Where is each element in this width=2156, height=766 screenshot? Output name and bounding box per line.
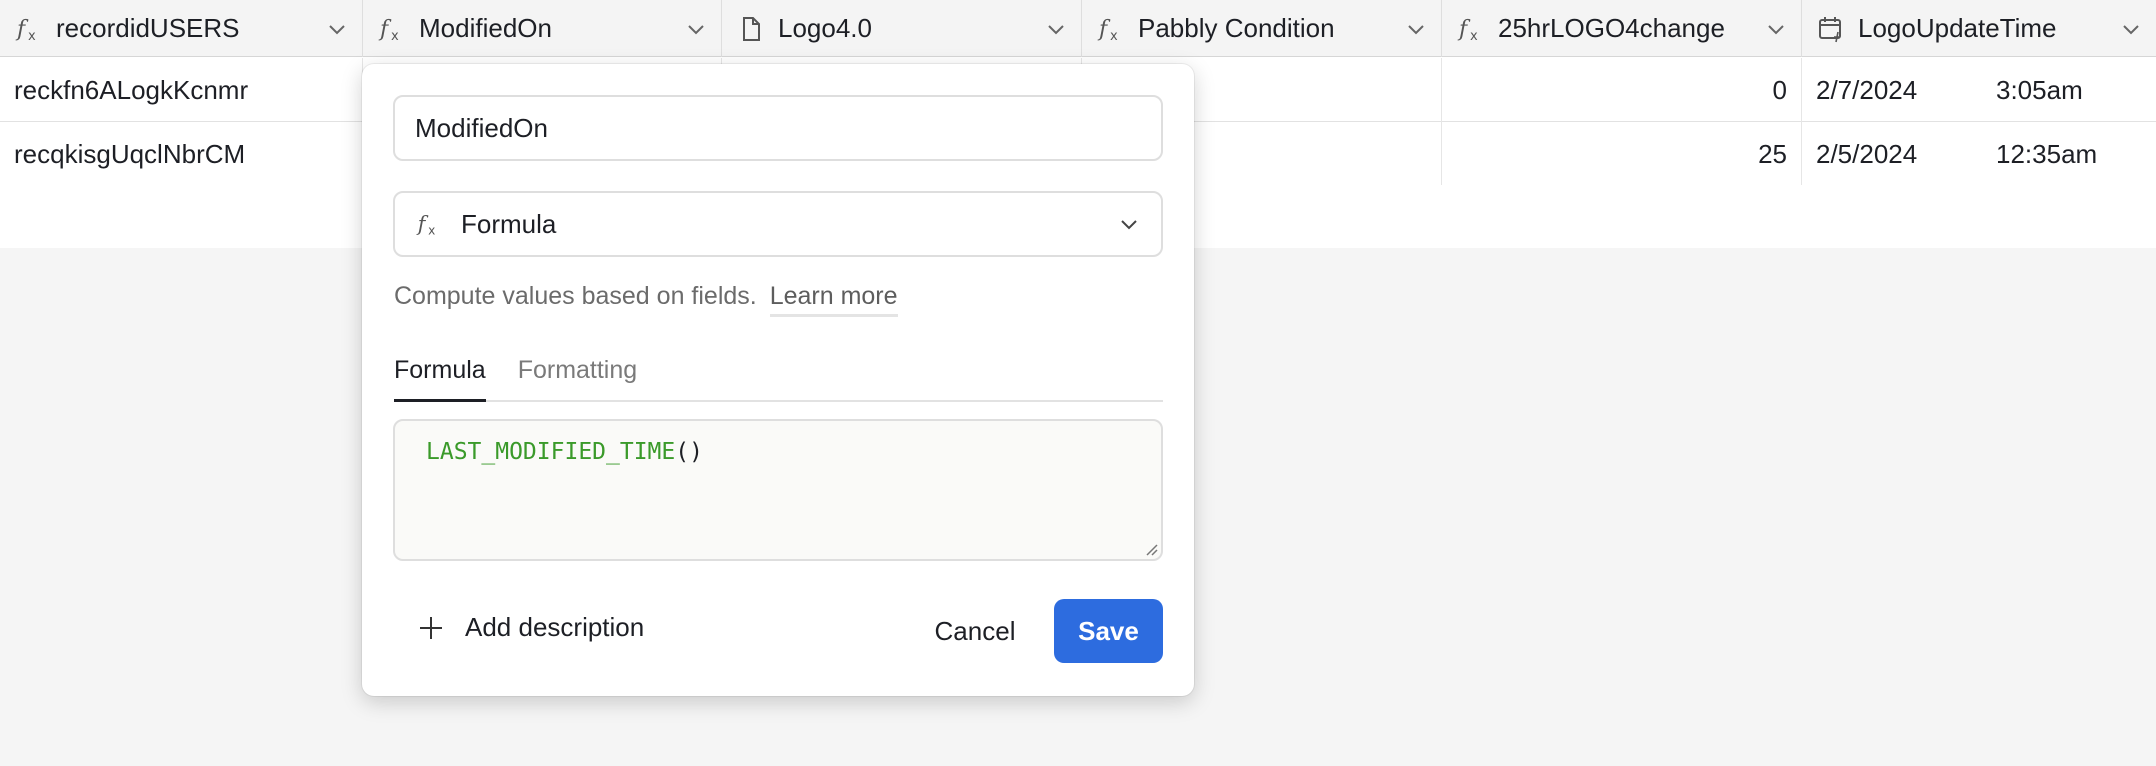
cell-record-id[interactable]: reckfn6ALogkKcnmr — [0, 58, 363, 122]
cell-25hrlogo4change[interactable]: 25 — [1442, 122, 1802, 186]
svg-text:x: x — [28, 29, 36, 44]
formula-icon: fx — [1097, 17, 1118, 44]
tab-formatting[interactable]: Formatting — [518, 356, 637, 402]
resize-handle-icon[interactable] — [1144, 542, 1158, 556]
plus-icon — [420, 616, 442, 639]
formula-tabs: Formula Formatting — [394, 356, 1163, 402]
column-header-logoupdatetime[interactable]: LogoUpdateTime — [1802, 0, 2156, 57]
field-type-label: Formula — [461, 208, 557, 239]
cell-logoupdatetime[interactable]: 2/5/2024 12:35am — [1802, 122, 2156, 186]
grid-header-row: fx recordidUSERS fx ModifiedOn Logo4.0 f… — [0, 0, 2156, 57]
formula-icon: fx — [1457, 17, 1478, 44]
cell-25hrlogo4change[interactable]: 0 — [1442, 58, 1802, 122]
column-header-label: recordidUSERS — [56, 13, 240, 43]
chevron-down-icon[interactable] — [685, 18, 707, 40]
calendar-formula-icon — [1819, 16, 1841, 42]
helper-text: Compute values based on fields. Learn mo… — [394, 282, 898, 317]
formula-icon: fx — [15, 17, 36, 44]
formula-icon: fx — [416, 212, 435, 238]
formula-function: LAST_MODIFIED_TIME — [426, 439, 676, 465]
cell-logoupdatetime[interactable]: 2/7/2024 3:05am — [1802, 58, 2156, 122]
add-description-label: Add description — [465, 612, 645, 642]
cell-date: 2/5/2024 — [1816, 138, 1918, 169]
svg-text:f: f — [378, 17, 392, 42]
svg-text:x: x — [1110, 29, 1118, 44]
svg-text:f: f — [416, 212, 429, 236]
chevron-down-icon[interactable] — [1405, 18, 1427, 40]
column-header-logo4[interactable]: Logo4.0 — [722, 0, 1082, 57]
column-header-label: ModifiedOn — [419, 13, 552, 43]
cell-record-id[interactable]: recqkisgUqclNbrCM — [0, 122, 363, 186]
document-icon — [743, 16, 760, 41]
svg-text:f: f — [1457, 17, 1471, 42]
tab-formula[interactable]: Formula — [394, 356, 486, 402]
chevron-down-icon[interactable] — [326, 18, 348, 40]
cell-time: 12:35am — [1996, 138, 2098, 169]
column-header-pabbly-condition[interactable]: fx Pabbly Condition — [1082, 0, 1442, 57]
column-header-25hrlogo4change[interactable]: fx 25hrLOGO4change — [1442, 0, 1802, 57]
formula-icon: fx — [378, 17, 399, 44]
column-header-label: LogoUpdateTime — [1858, 13, 2057, 43]
learn-more-link[interactable]: Learn more — [769, 282, 898, 317]
svg-text:x: x — [428, 223, 435, 237]
column-header-label: Pabbly Condition — [1138, 13, 1335, 43]
column-header-recordidusers[interactable]: fx recordidUSERS — [0, 0, 363, 57]
field-name-input[interactable] — [393, 95, 1163, 161]
field-type-select[interactable]: fx Formula — [393, 191, 1163, 257]
chevron-down-icon[interactable] — [1765, 18, 1787, 40]
column-header-label: 25hrLOGO4change — [1498, 13, 1725, 43]
cell-date: 2/7/2024 — [1816, 74, 1918, 105]
chevron-down-icon[interactable] — [1045, 18, 1067, 40]
svg-text:f: f — [15, 17, 29, 42]
svg-text:x: x — [1470, 29, 1478, 44]
svg-text:x: x — [391, 29, 399, 44]
column-header-modifiedon[interactable]: fx ModifiedOn — [363, 0, 722, 57]
svg-text:f: f — [1097, 17, 1111, 42]
field-config-popup: fx Formula Compute values based on field… — [362, 64, 1194, 696]
formula-editor[interactable]: LAST_MODIFIED_TIME() — [393, 419, 1163, 561]
cancel-button[interactable]: Cancel — [910, 599, 1040, 663]
helper-description: Compute values based on fields. — [394, 282, 757, 310]
save-button[interactable]: Save — [1054, 599, 1163, 663]
column-header-label: Logo4.0 — [778, 13, 872, 43]
formula-parens: () — [675, 439, 703, 465]
chevron-down-icon[interactable] — [2120, 18, 2142, 40]
cell-time: 3:05am — [1996, 74, 2083, 105]
chevron-down-icon — [1121, 220, 1137, 230]
add-description-button[interactable]: Add description — [417, 612, 644, 643]
